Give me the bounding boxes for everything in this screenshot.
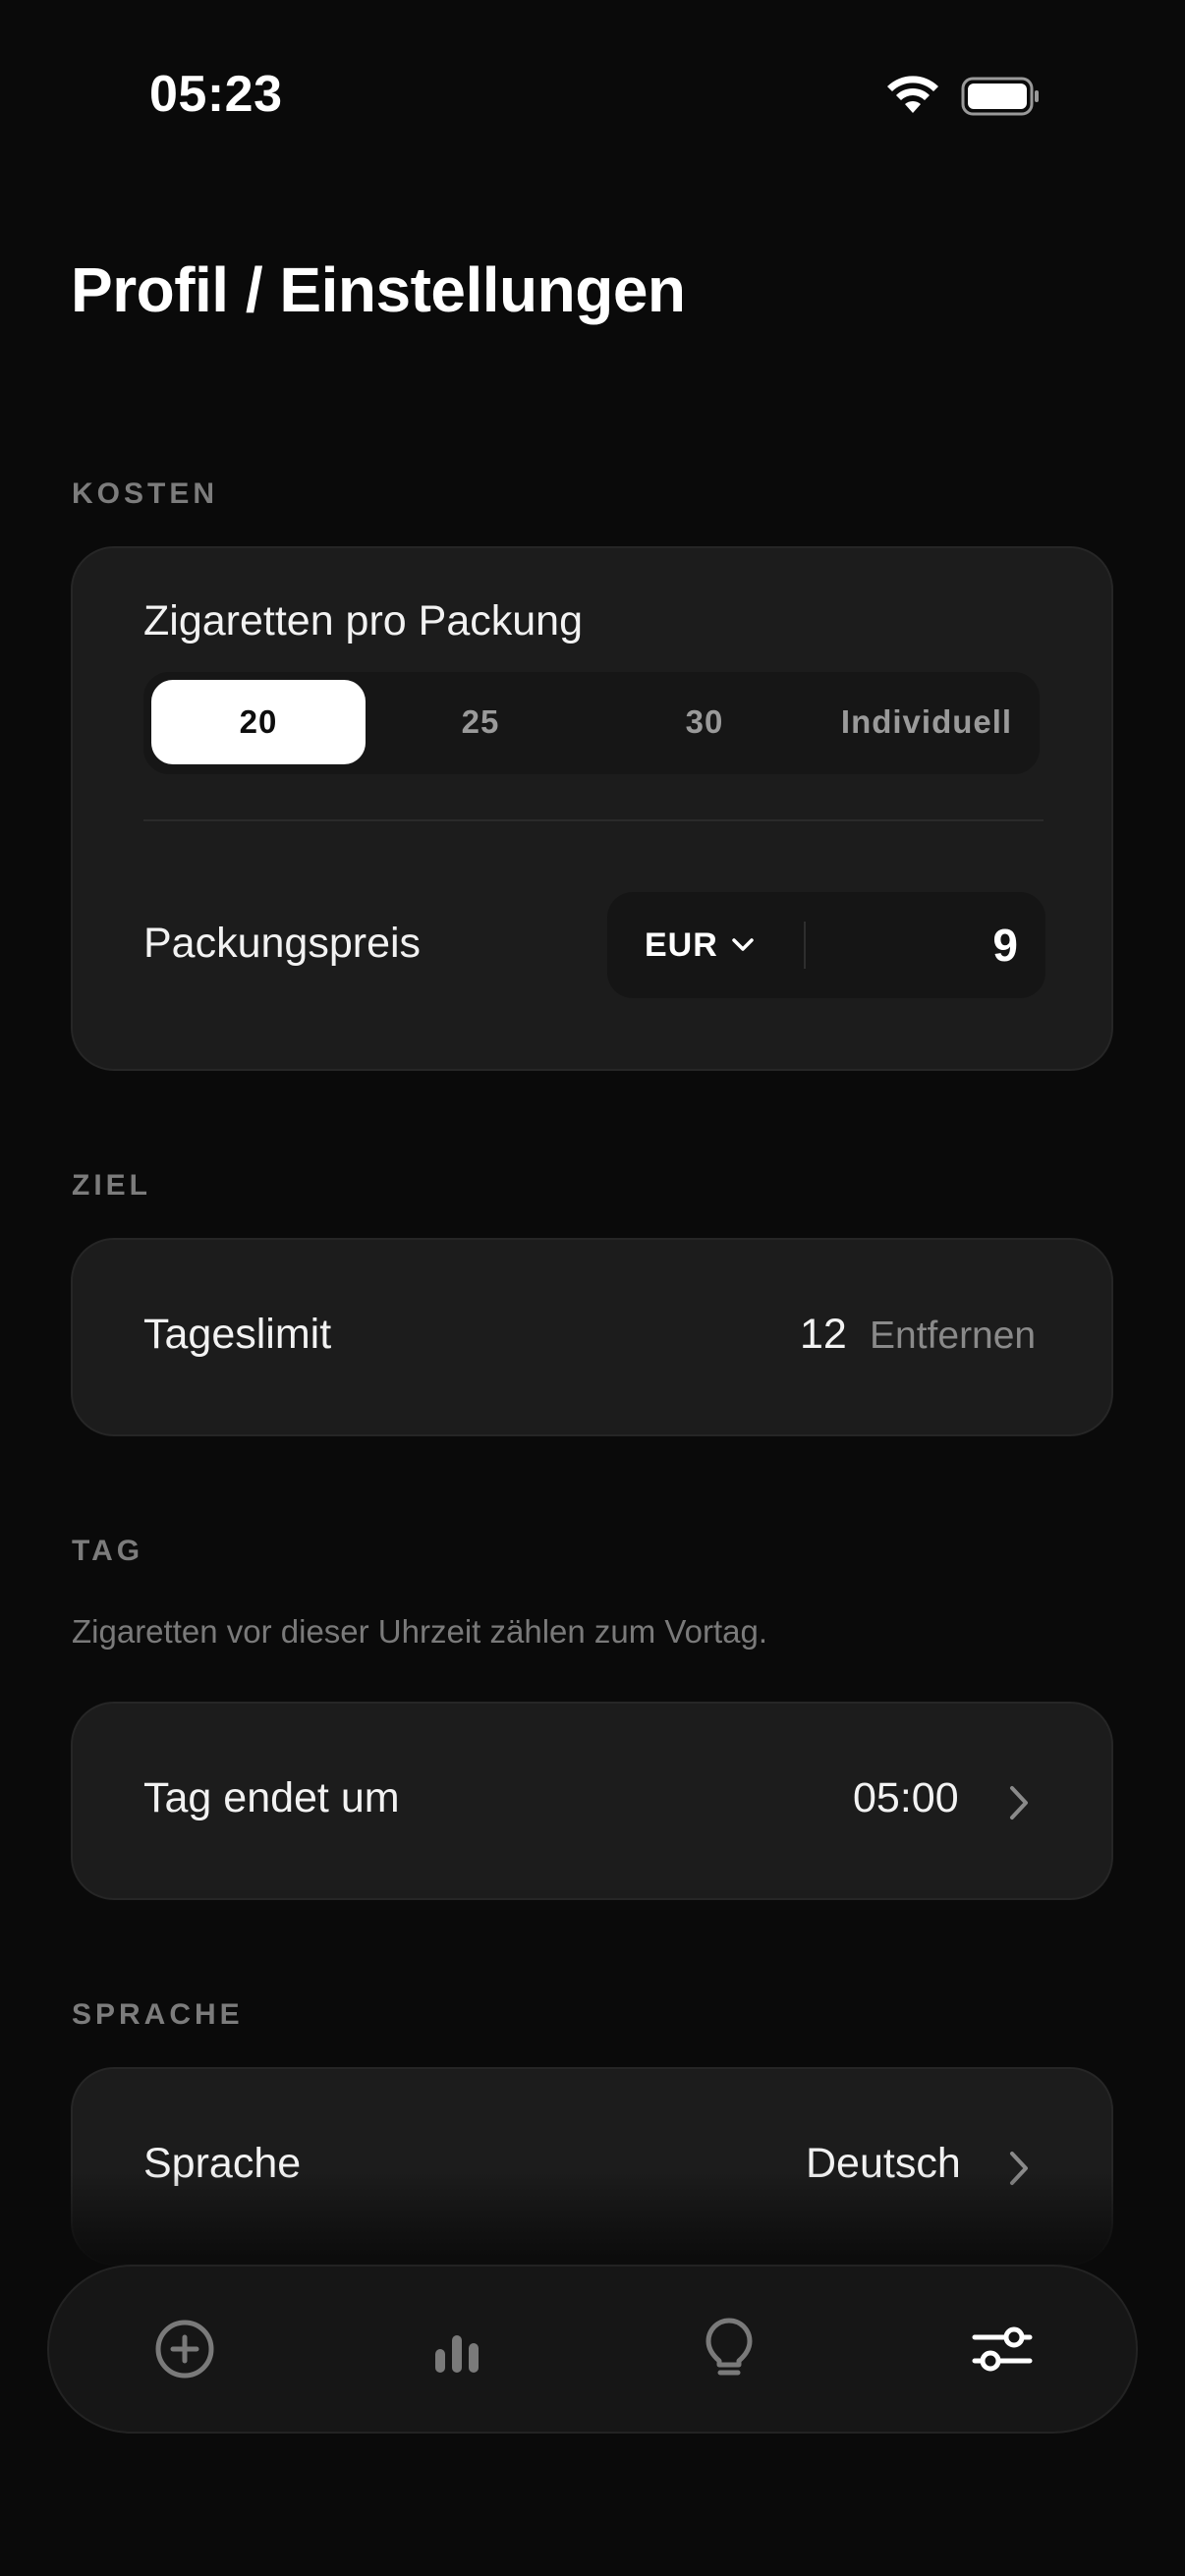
day-hint: Zigaretten vor dieser Uhrzeit zählen zum… [72,1613,768,1650]
pack-price-field: EUR 9 [607,892,1045,998]
price-separator [804,922,806,969]
tab-statistics[interactable] [408,2300,506,2398]
tab-settings[interactable] [953,2300,1051,2398]
chevron-down-icon [732,938,754,951]
bar-chart-icon [435,2335,479,2373]
day-end-row[interactable]: Tag endet um 05:00 [71,1702,1113,1900]
costs-card: Zigaretten pro Packung 20 25 30 Individu… [71,546,1113,1071]
wifi-icon [887,76,938,113]
price-input[interactable]: 9 [992,892,1018,998]
sliders-icon [972,2326,1033,2372]
tab-add[interactable] [136,2300,234,2398]
currency-select[interactable]: EUR [627,904,784,986]
settings-screen: 05:23 Profil / Einstellungen KOSTEN Ziga… [0,0,1185,2576]
divider [143,819,1044,821]
section-label-tag: TAG [72,1535,144,1567]
chevron-right-icon [1010,1786,1028,1820]
cigs-option-25[interactable]: 25 [373,680,588,764]
tab-tips[interactable] [680,2300,778,2398]
remove-limit-button[interactable]: Entfernen [870,1315,1036,1358]
section-label-sprache: SPRACHE [72,1998,244,2031]
cigs-option-individuell[interactable]: Individuell [819,680,1034,764]
status-time: 05:23 [149,66,283,123]
tab-bar [47,2265,1138,2434]
day-ends-value: 05:00 [853,1774,959,1821]
add-circle-icon [155,2320,214,2379]
cigs-option-30[interactable]: 30 [597,680,812,764]
daily-limit-value[interactable]: 12 [800,1311,847,1359]
day-ends-label: Tag endet um [143,1774,400,1821]
battery-icon [961,77,1039,116]
currency-value: EUR [645,925,718,964]
cigs-option-20[interactable]: 20 [151,680,366,764]
section-label-ziel: ZIEL [72,1169,151,1202]
cigs-per-pack-segmented-control: 20 25 30 Individuell [143,672,1040,774]
lightbulb-icon [705,2318,753,2376]
daily-limit-label: Tageslimit [143,1311,332,1358]
pack-price-label: Packungspreis [143,920,422,967]
section-label-kosten: KOSTEN [72,477,219,510]
page-title: Profil / Einstellungen [71,254,686,325]
goal-card: Tageslimit 12 Entfernen [71,1238,1113,1436]
cigs-per-pack-label: Zigaretten pro Packung [143,597,583,644]
